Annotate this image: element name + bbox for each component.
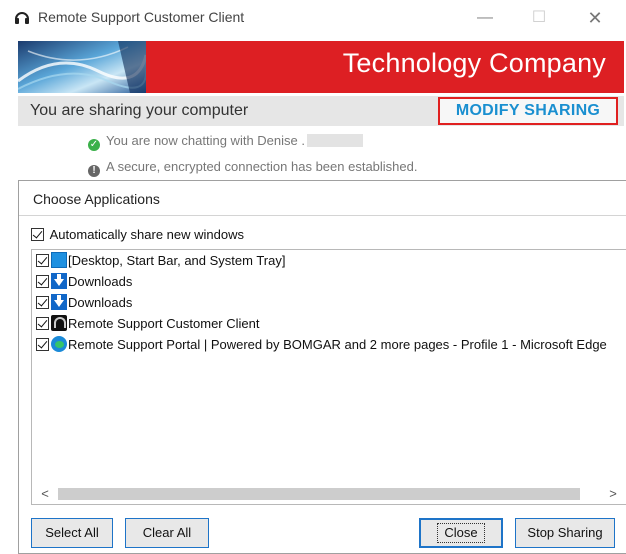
close-button-label: Close: [437, 523, 485, 543]
scrollbar-thumb[interactable]: [58, 488, 580, 500]
maximize-button[interactable]: ☐: [524, 6, 554, 30]
headset-icon: [15, 12, 29, 24]
remote-support-icon: [51, 315, 67, 331]
banner-image: [18, 41, 146, 93]
downloads-folder-icon: [51, 294, 67, 310]
secure-status: ! A secure, encrypted connection has been…: [88, 159, 418, 177]
modify-sharing-button[interactable]: MODIFY SHARING: [438, 97, 618, 125]
app-checkbox[interactable]: [36, 338, 49, 351]
list-item[interactable]: Downloads: [36, 294, 132, 314]
desktop-icon: [51, 252, 67, 268]
auto-share-checkbox[interactable]: [31, 228, 44, 241]
chat-status-text: You are now chatting with Denise .: [106, 133, 305, 148]
company-name: Technology Company: [342, 48, 606, 78]
sharing-message: You are sharing your computer: [30, 102, 249, 119]
stop-sharing-button[interactable]: Stop Sharing: [515, 518, 615, 548]
info-circle-icon: !: [88, 165, 100, 177]
auto-share-option[interactable]: Automatically share new windows: [31, 227, 244, 243]
applications-list[interactable]: [Desktop, Start Bar, and System Tray] Do…: [31, 249, 626, 505]
window-title-bar: Remote Support Customer Client — ☐ ✕: [0, 0, 626, 38]
company-banner: Technology Company: [18, 41, 624, 93]
dialog-title: Choose Applications: [33, 191, 160, 207]
close-button[interactable]: Close: [419, 518, 503, 548]
close-window-button[interactable]: ✕: [580, 6, 610, 30]
auto-share-label: Automatically share new windows: [49, 227, 244, 242]
horizontal-scrollbar[interactable]: < >: [32, 484, 626, 504]
sharing-status-bar: You are sharing your computer MODIFY SHA…: [18, 96, 624, 126]
list-item[interactable]: Downloads: [36, 273, 132, 293]
list-item[interactable]: Remote Support Customer Client: [36, 315, 259, 335]
downloads-folder-icon: [51, 273, 67, 289]
app-label: [Desktop, Start Bar, and System Tray]: [68, 253, 286, 268]
secure-status-text: A secure, encrypted connection has been …: [106, 159, 418, 174]
dialog-divider: [19, 215, 626, 216]
app-label: Downloads: [68, 274, 133, 289]
window-title: Remote Support Customer Client: [38, 9, 245, 25]
chat-status: ✓ You are now chatting with Denise .: [88, 133, 363, 151]
select-all-button[interactable]: Select All: [31, 518, 113, 548]
app-label: Downloads: [68, 295, 133, 310]
minimize-button[interactable]: —: [470, 6, 500, 30]
app-checkbox[interactable]: [36, 254, 49, 267]
app-checkbox[interactable]: [36, 317, 49, 330]
choose-applications-dialog: Choose Applications Automatically share …: [18, 180, 626, 554]
check-circle-icon: ✓: [88, 139, 100, 151]
list-item[interactable]: Remote Support Portal | Powered by BOMGA…: [36, 336, 607, 356]
list-item[interactable]: [Desktop, Start Bar, and System Tray]: [36, 252, 285, 272]
scroll-right-arrow-icon[interactable]: >: [606, 486, 620, 502]
app-label: Remote Support Customer Client: [68, 316, 260, 331]
app-checkbox[interactable]: [36, 296, 49, 309]
app-label: Remote Support Portal | Powered by BOMGA…: [68, 337, 607, 352]
scroll-left-arrow-icon[interactable]: <: [38, 486, 52, 502]
app-checkbox[interactable]: [36, 275, 49, 288]
clear-all-button[interactable]: Clear All: [125, 518, 209, 548]
redacted-name: [306, 134, 363, 147]
edge-icon: [51, 336, 67, 352]
